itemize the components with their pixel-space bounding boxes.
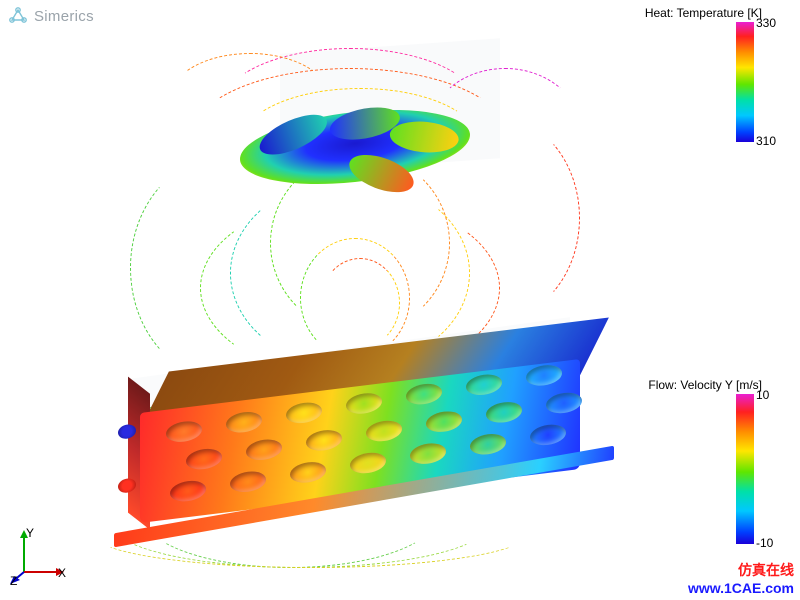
simulation-scene[interactable] xyxy=(70,28,630,578)
watermark-line1: 仿真在线 xyxy=(688,560,794,580)
brand-logo: Simerics xyxy=(8,6,94,26)
legend-temperature: Heat: Temperature [K] 330 310 xyxy=(645,6,762,146)
watermark-line2: www.1CAE.com xyxy=(688,580,794,596)
legend-title: Heat: Temperature [K] xyxy=(645,6,762,20)
axis-x-label: X xyxy=(58,566,66,580)
cfd-viewport[interactable]: Simerics Heat: Temperature [K] 330 310 F… xyxy=(0,0,800,600)
legend-min: 310 xyxy=(756,134,784,148)
legend-title: Flow: Velocity Y [m/s] xyxy=(648,378,762,392)
legend-max: 10 xyxy=(756,388,784,402)
axis-y-label: Y xyxy=(26,526,34,540)
simerics-logo-icon xyxy=(8,6,28,26)
heatsink xyxy=(140,321,580,525)
brand-text: Simerics xyxy=(34,8,94,25)
legend-max: 330 xyxy=(756,16,784,30)
colorbar-velocity: 10 -10 xyxy=(736,394,754,544)
fan-impeller xyxy=(240,92,470,204)
watermark: 仿真在线 www.1CAE.com xyxy=(688,560,794,596)
axis-z-label: Z xyxy=(10,574,17,588)
legend-velocity: Flow: Velocity Y [m/s] 10 -10 xyxy=(648,378,762,548)
axes-triad: Y X Z xyxy=(10,524,70,584)
legend-min: -10 xyxy=(756,536,784,550)
colorbar-temperature: 330 310 xyxy=(736,22,754,142)
